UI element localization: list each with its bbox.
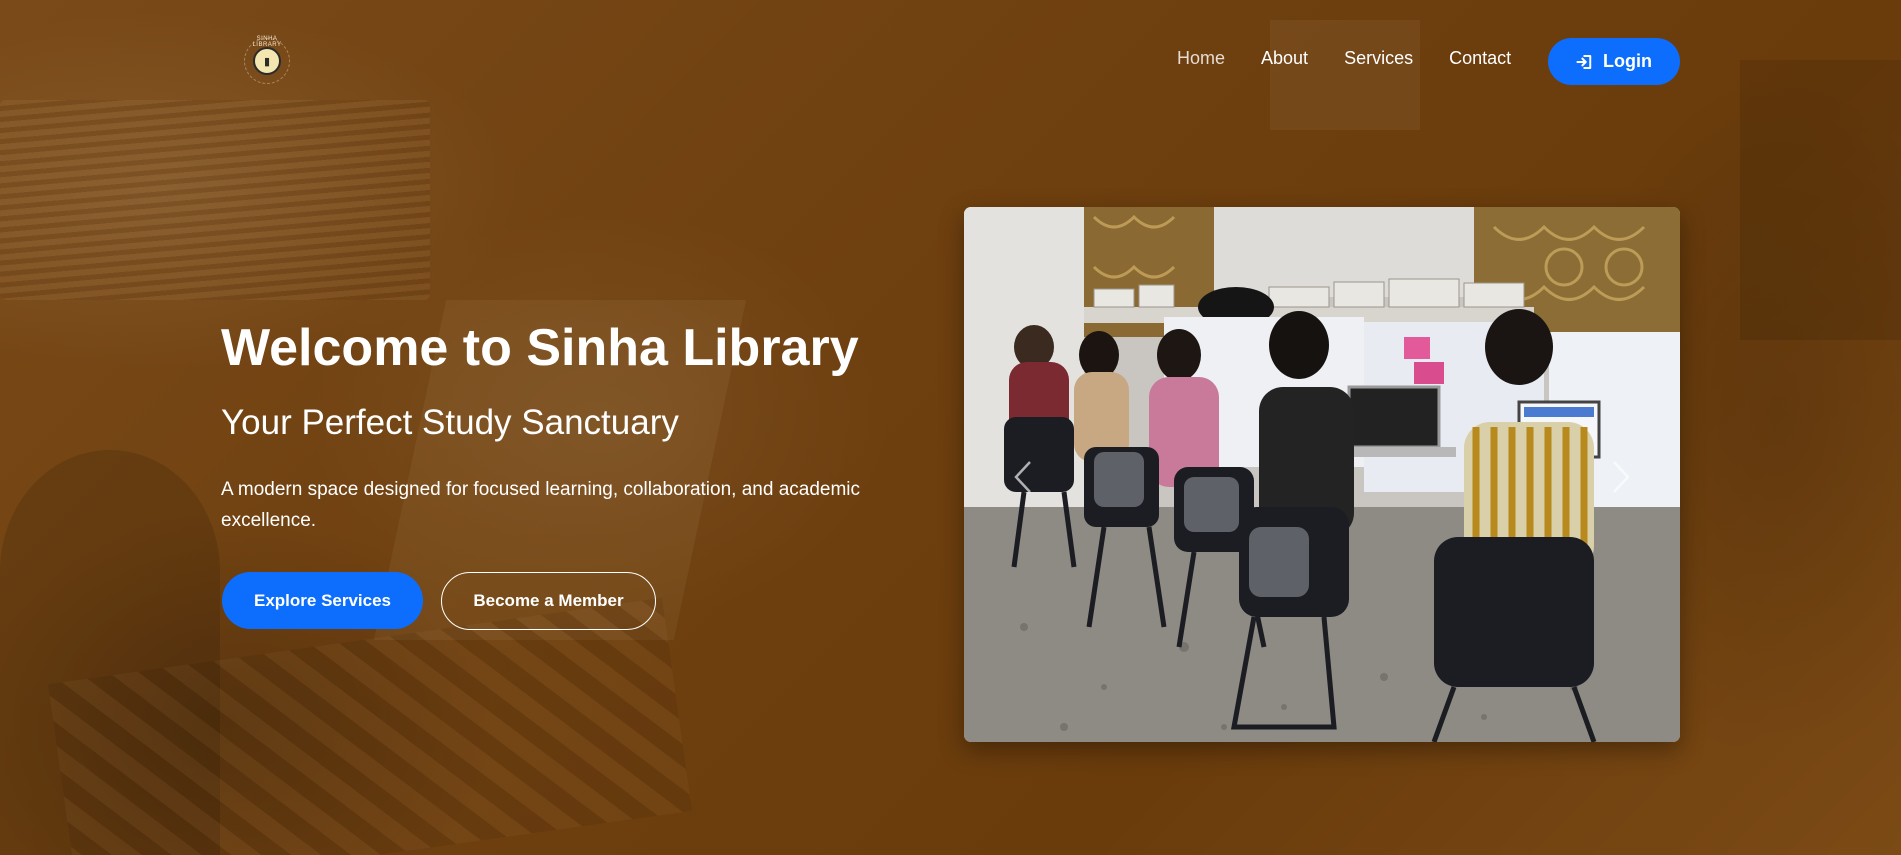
carousel-slide-image xyxy=(964,207,1680,742)
hero-title: Welcome to Sinha Library xyxy=(221,319,859,377)
carousel-prev-button[interactable] xyxy=(1006,457,1040,497)
photo-carousel xyxy=(964,207,1680,742)
chevron-right-icon xyxy=(1613,461,1630,493)
logo-text: SINHA LIBRARY xyxy=(252,36,282,48)
nav-link-services[interactable]: Services xyxy=(1344,48,1413,69)
carousel-next-button[interactable] xyxy=(1604,457,1638,497)
chevron-left-icon xyxy=(1014,461,1031,493)
background-sign xyxy=(1270,20,1420,130)
login-label: Login xyxy=(1603,51,1652,71)
main-nav: Home About Services Contact xyxy=(1177,48,1547,69)
nav-link-home[interactable]: Home xyxy=(1177,48,1225,69)
site-logo[interactable]: SINHA LIBRARY ▮ xyxy=(244,36,290,84)
hero-subtitle: Your Perfect Study Sanctuary xyxy=(221,403,679,442)
become-member-button[interactable]: Become a Member xyxy=(441,572,656,630)
nav-link-contact[interactable]: Contact xyxy=(1449,48,1511,69)
background-bag xyxy=(1740,60,1901,340)
background-books xyxy=(0,100,430,300)
sign-in-icon xyxy=(1576,54,1592,69)
explore-services-button[interactable]: Explore Services xyxy=(222,572,423,629)
nav-link-about[interactable]: About xyxy=(1261,48,1308,69)
hero-description: A modern space designed for focused lear… xyxy=(221,479,861,531)
login-button[interactable]: Login xyxy=(1548,38,1680,85)
